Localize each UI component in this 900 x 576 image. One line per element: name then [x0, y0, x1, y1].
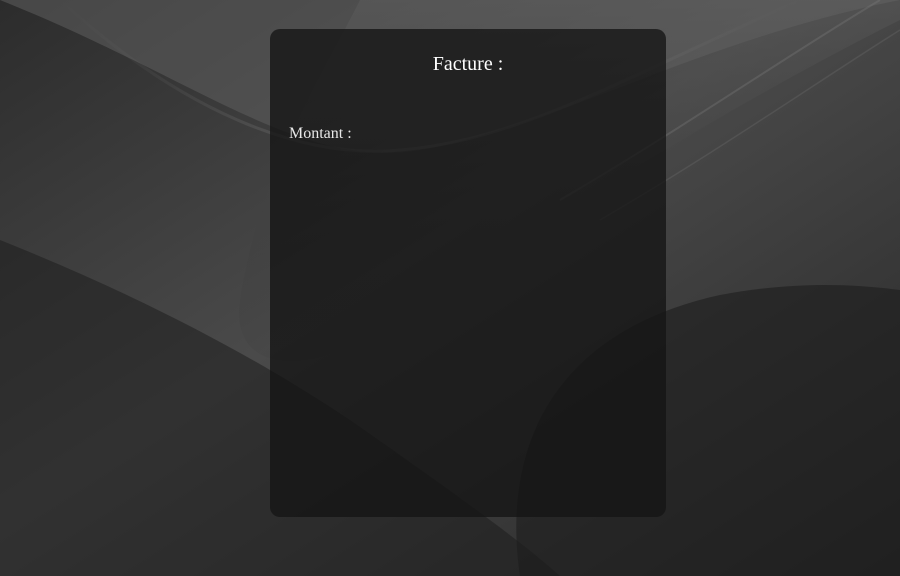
amount-label: Montant : [289, 125, 352, 142]
invoice-panel: Facture : Montant : [270, 29, 666, 517]
invoice-title: Facture : [432, 53, 504, 75]
